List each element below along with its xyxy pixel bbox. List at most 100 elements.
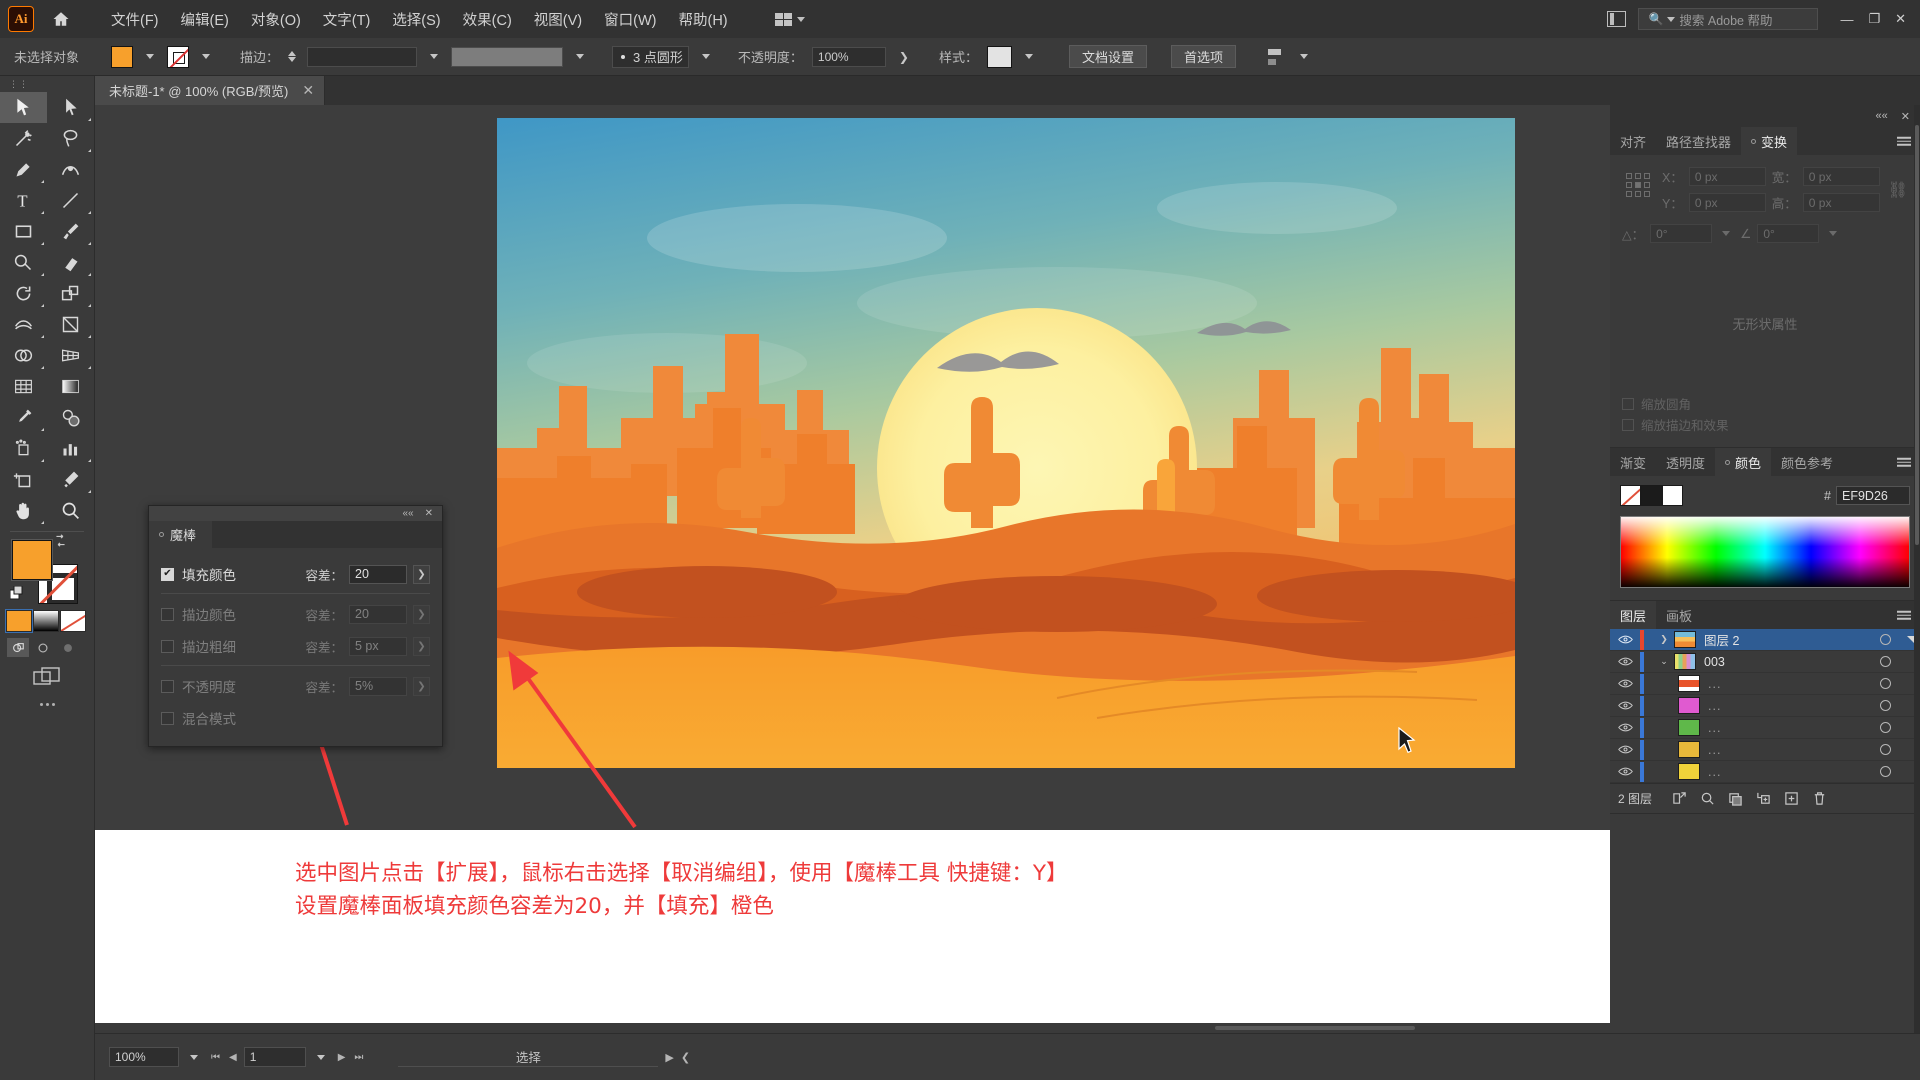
tab-magic-wand[interactable]: 魔棒 bbox=[149, 521, 213, 548]
gradient-tool[interactable] bbox=[47, 371, 94, 402]
visibility-toggle-icon[interactable] bbox=[1610, 656, 1640, 667]
shaper-tool[interactable] bbox=[0, 247, 47, 278]
eyedropper-tool[interactable] bbox=[0, 402, 47, 433]
panel-menu-icon[interactable] bbox=[1897, 610, 1911, 620]
variable-width-profile-field[interactable] bbox=[451, 46, 564, 67]
color-fill-mode-button[interactable] bbox=[5, 609, 33, 633]
panel-toggle-icon[interactable] bbox=[1607, 11, 1627, 27]
scale-strokes-option[interactable]: 缩放描边和效果 bbox=[1622, 414, 1908, 435]
stroke-weight-checkbox[interactable] bbox=[161, 639, 174, 653]
magic-wand-tool[interactable] bbox=[0, 123, 47, 154]
stroke-weight-stepper[interactable] bbox=[288, 51, 297, 62]
horizontal-scrollbar[interactable] bbox=[95, 1023, 1610, 1033]
chevron-down-icon[interactable] bbox=[430, 54, 439, 59]
visibility-toggle-icon[interactable] bbox=[1610, 678, 1640, 689]
tab-artboards[interactable]: 画板 bbox=[1656, 601, 1702, 629]
blend-tool[interactable] bbox=[47, 402, 94, 433]
stroke-color-swatch[interactable] bbox=[167, 45, 190, 68]
layer-name[interactable]: 003 bbox=[1704, 655, 1868, 669]
layer-row-sublayer-3[interactable]: ... bbox=[1610, 717, 1920, 739]
tab-pathfinder[interactable]: 路径查找器 bbox=[1656, 127, 1741, 155]
default-fill-stroke-icon[interactable] bbox=[10, 586, 26, 602]
tab-layers[interactable]: 图层 bbox=[1610, 601, 1657, 629]
visibility-toggle-icon[interactable] bbox=[1610, 634, 1640, 645]
target-indicator[interactable] bbox=[1868, 678, 1902, 689]
scale-corners-option[interactable]: 缩放圆角 bbox=[1622, 393, 1908, 414]
create-new-sublayer-button[interactable] bbox=[1750, 788, 1776, 810]
tab-gradient[interactable]: 渐变 bbox=[1610, 448, 1656, 476]
color-spectrum[interactable] bbox=[1620, 516, 1910, 588]
graphic-style-swatch[interactable] bbox=[986, 45, 1012, 68]
tab-transform[interactable]: 变换 bbox=[1741, 127, 1798, 155]
brush-definition-select[interactable]: 3 点圆形 bbox=[612, 45, 689, 68]
x-input[interactable]: 0 px bbox=[1688, 167, 1766, 186]
layer-name[interactable]: ... bbox=[1708, 677, 1868, 691]
home-icon[interactable] bbox=[44, 0, 78, 38]
first-page-icon[interactable]: ⏮ bbox=[211, 1052, 220, 1063]
layer-name[interactable]: ... bbox=[1708, 765, 1868, 779]
visibility-toggle-icon[interactable] bbox=[1610, 744, 1640, 755]
chevron-down-icon[interactable] bbox=[316, 1054, 325, 1060]
panel-menu-icon[interactable] bbox=[1897, 136, 1911, 146]
last-page-icon[interactable]: ⏭ bbox=[354, 1052, 363, 1063]
draw-normal-button[interactable] bbox=[7, 638, 29, 657]
opacity-input[interactable]: 100% bbox=[811, 46, 886, 67]
chevron-down-icon[interactable] bbox=[576, 54, 585, 59]
more-tools-button[interactable] bbox=[0, 687, 94, 706]
mw-row-opacity[interactable]: 不透明度 容差： 5% ❯ bbox=[161, 670, 430, 702]
mw-row-stroke-weight[interactable]: 描边粗细 容差： 5 px ❯ bbox=[161, 630, 430, 662]
close-icon[interactable]: ✕ bbox=[302, 82, 314, 99]
menu-item-edit[interactable]: 编辑(E) bbox=[170, 5, 240, 34]
slice-tool[interactable] bbox=[47, 464, 94, 495]
stroke-color-checkbox[interactable] bbox=[161, 607, 174, 621]
type-tool[interactable]: T bbox=[0, 185, 47, 216]
rotate-tool[interactable] bbox=[0, 278, 47, 309]
mw-row-fill-color[interactable]: 填充颜色 容差： 20 ❯ bbox=[161, 558, 430, 590]
tab-transparency[interactable]: 透明度 bbox=[1656, 448, 1715, 476]
screen-mode-button[interactable] bbox=[0, 657, 94, 687]
tab-color-guide[interactable]: 颜色参考 bbox=[1771, 448, 1843, 476]
locate-object-button[interactable] bbox=[1666, 788, 1692, 810]
fill-tolerance-input[interactable]: 20 bbox=[349, 564, 407, 584]
target-indicator[interactable] bbox=[1868, 766, 1902, 777]
search-layers-button[interactable] bbox=[1694, 788, 1720, 810]
pen-tool[interactable] bbox=[0, 154, 47, 185]
make-clipping-mask-button[interactable] bbox=[1722, 788, 1748, 810]
toolbar-drag-handle[interactable]: ⋮⋮ bbox=[0, 76, 94, 92]
chevron-down-icon[interactable] bbox=[202, 54, 211, 59]
mesh-tool[interactable] bbox=[0, 371, 47, 402]
delete-selection-button[interactable] bbox=[1806, 788, 1832, 810]
page-number-input[interactable]: 1 bbox=[243, 1047, 306, 1067]
create-new-layer-button[interactable] bbox=[1778, 788, 1804, 810]
opacity-tolerance-input[interactable]: 5% bbox=[349, 676, 407, 696]
white-swatch[interactable] bbox=[1662, 485, 1683, 506]
collapse-icon[interactable]: «« bbox=[402, 508, 413, 519]
expand-layer-icon[interactable]: ❯ bbox=[1654, 634, 1674, 645]
y-input[interactable]: 0 px bbox=[1688, 193, 1766, 212]
target-indicator[interactable] bbox=[1868, 744, 1902, 755]
fill-color-swatch[interactable] bbox=[111, 45, 134, 68]
symbol-sprayer-tool[interactable] bbox=[0, 433, 47, 464]
opacity-tolerance-expand-icon[interactable]: ❯ bbox=[413, 676, 430, 696]
tab-color[interactable]: 颜色 bbox=[1715, 448, 1772, 476]
document-tab[interactable]: 未标题-1* @ 100% (RGB/预览) ✕ bbox=[95, 76, 326, 105]
preferences-button[interactable]: 首选项 bbox=[1170, 45, 1236, 68]
stroke-weight-input[interactable] bbox=[307, 46, 418, 67]
prev-page-icon[interactable]: ◀ bbox=[229, 1052, 237, 1063]
menu-item-effect[interactable]: 效果(C) bbox=[452, 5, 523, 34]
document-setup-button[interactable]: 文档设置 bbox=[1068, 45, 1147, 68]
gradient-mode-button[interactable] bbox=[33, 610, 59, 632]
opacity-checkbox[interactable] bbox=[161, 679, 174, 693]
shear-input[interactable]: 0° bbox=[1757, 224, 1820, 243]
shape-builder-tool[interactable] bbox=[0, 340, 47, 371]
mw-row-blending-mode[interactable]: 混合模式 bbox=[161, 702, 430, 734]
mw-row-stroke-color[interactable]: 描边颜色 容差： 20 ❯ bbox=[161, 598, 430, 630]
restore-button[interactable]: ❐ bbox=[1868, 11, 1880, 27]
hex-input[interactable]: EF9D26 bbox=[1836, 486, 1910, 505]
stroke-tolerance-expand-icon[interactable]: ❯ bbox=[413, 604, 430, 624]
rectangle-tool[interactable] bbox=[0, 216, 47, 247]
layer-row-003[interactable]: ⌄ 003 bbox=[1610, 651, 1920, 673]
draw-inside-button[interactable] bbox=[57, 638, 79, 657]
layer-name[interactable]: ... bbox=[1708, 699, 1868, 713]
layer-row-sublayer-1[interactable]: ... bbox=[1610, 673, 1920, 695]
